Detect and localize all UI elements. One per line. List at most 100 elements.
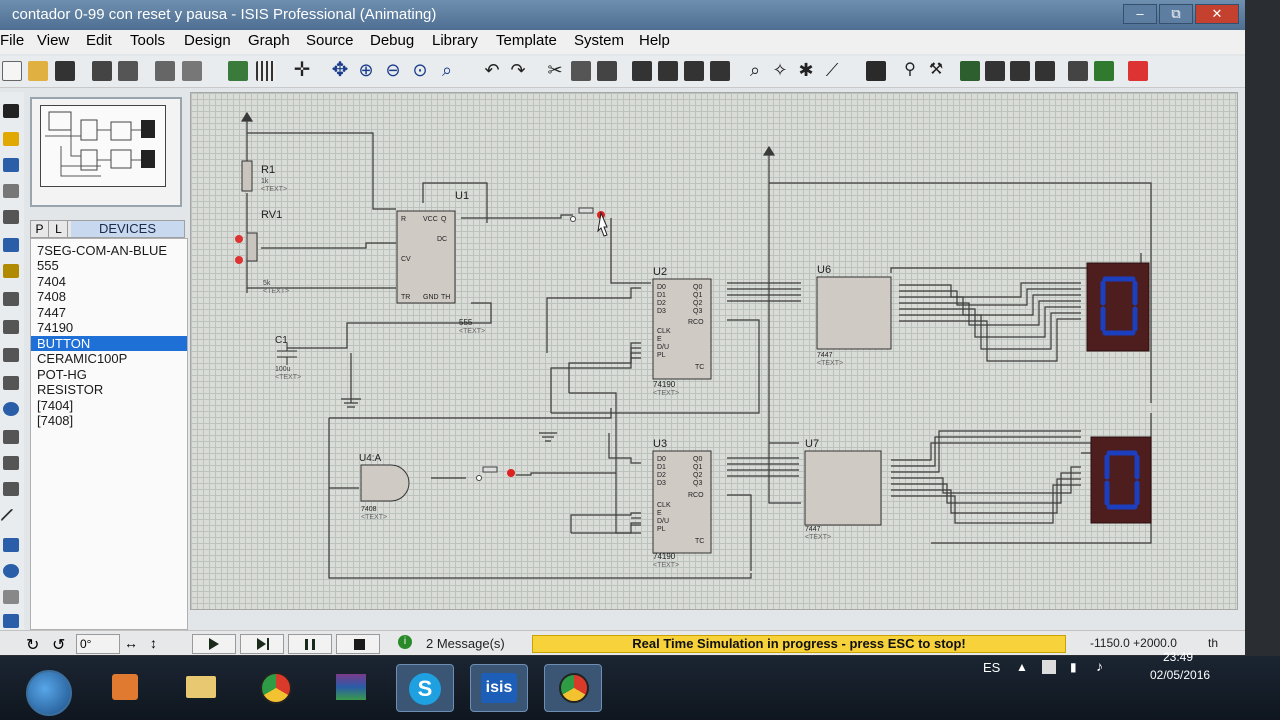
- title-bar[interactable]: contador 0-99 con reset y pausa - ISIS P…: [0, 0, 1245, 30]
- zoom-in-icon[interactable]: ⊕: [356, 61, 376, 81]
- save-icon[interactable]: [55, 61, 75, 81]
- resistor-r1[interactable]: [241, 160, 253, 192]
- potentiometer-rv1[interactable]: [246, 232, 258, 262]
- paste-icon[interactable]: [597, 61, 617, 81]
- pan-icon[interactable]: ✥: [330, 60, 350, 81]
- rotation-field[interactable]: 0°: [76, 634, 120, 654]
- volume-icon[interactable]: ♪: [1096, 658, 1103, 674]
- menu-source[interactable]: Source: [306, 32, 354, 49]
- device-item[interactable]: 7408: [31, 289, 187, 304]
- text-script-icon[interactable]: [3, 210, 19, 224]
- netlist-icon[interactable]: [1094, 61, 1114, 81]
- bill-of-materials-icon[interactable]: [1035, 61, 1055, 81]
- import-icon[interactable]: [92, 61, 112, 81]
- ares-icon[interactable]: [1128, 61, 1148, 81]
- search-tag-icon[interactable]: ⚲: [900, 61, 920, 81]
- tape-recorder-icon[interactable]: [3, 376, 19, 390]
- component-mode-icon[interactable]: [3, 132, 19, 146]
- step-button[interactable]: [240, 634, 284, 654]
- package-tool-icon[interactable]: ✱: [796, 61, 816, 81]
- minimize-button[interactable]: –: [1123, 4, 1157, 24]
- library-manager-tab[interactable]: L: [50, 221, 68, 237]
- play-button[interactable]: [192, 634, 236, 654]
- cut-icon[interactable]: ✂: [545, 61, 565, 81]
- block-copy-icon[interactable]: [632, 61, 652, 81]
- file-explorer-icon[interactable]: [172, 664, 230, 712]
- isis-taskbar-icon[interactable]: isis: [470, 664, 528, 712]
- start-button[interactable]: [26, 670, 72, 716]
- bus-icon[interactable]: [3, 238, 19, 252]
- path-icon[interactable]: [3, 614, 19, 628]
- box-icon[interactable]: [3, 538, 19, 552]
- copy-icon[interactable]: [571, 61, 591, 81]
- device-item[interactable]: 555: [31, 258, 187, 273]
- menu-edit[interactable]: Edit: [86, 32, 112, 49]
- virtual-instruments-icon[interactable]: [3, 482, 19, 496]
- undo-icon[interactable]: ↶: [482, 61, 502, 81]
- schematic-canvas[interactable]: R1 1k <TEXT> RV1 5k <TEXT> C1 100u <TEXT…: [190, 92, 1238, 610]
- chrome-icon[interactable]: [246, 664, 304, 712]
- menu-design[interactable]: Design: [184, 32, 231, 49]
- chip-u7[interactable]: [804, 450, 882, 526]
- menu-debug[interactable]: Debug: [370, 32, 414, 49]
- redo-icon[interactable]: ↷: [508, 61, 528, 81]
- origin-icon[interactable]: ✛: [292, 60, 312, 81]
- mirror-vertical-icon[interactable]: ↕: [150, 635, 157, 651]
- block-rotate-icon[interactable]: [684, 61, 704, 81]
- device-list[interactable]: 7SEG-COM-AN-BLUE 555 7404 7408 7447 7419…: [30, 238, 188, 630]
- new-file-icon[interactable]: [2, 61, 22, 81]
- device-item[interactable]: 7404: [31, 274, 187, 289]
- menu-library[interactable]: Library: [432, 32, 478, 49]
- winrar-icon[interactable]: [322, 664, 380, 712]
- generator-icon[interactable]: [3, 402, 19, 416]
- rotate-cw-icon[interactable]: ↻: [26, 635, 39, 655]
- zoom-all-icon[interactable]: ⊙: [410, 61, 430, 81]
- menu-help[interactable]: Help: [639, 32, 670, 49]
- device-pins-icon[interactable]: [3, 320, 19, 334]
- pick-from-library-tab[interactable]: P: [31, 221, 49, 237]
- device-item[interactable]: 74190: [31, 320, 187, 335]
- property-tool-icon[interactable]: ⚒: [926, 61, 946, 81]
- remove-sheet-icon[interactable]: [985, 61, 1005, 81]
- device-item[interactable]: RESISTOR: [31, 382, 187, 397]
- grid-icon[interactable]: [256, 61, 276, 81]
- area-icon[interactable]: [182, 61, 202, 81]
- device-item[interactable]: [7408]: [31, 413, 187, 428]
- language-indicator[interactable]: ES: [983, 660, 1000, 675]
- voltage-probe-icon[interactable]: [3, 430, 19, 444]
- zoom-area-icon[interactable]: ⌕: [437, 61, 457, 81]
- block-move-icon[interactable]: [658, 61, 678, 81]
- redraw-icon[interactable]: [228, 61, 248, 81]
- skype-icon[interactable]: S: [396, 664, 454, 712]
- device-item[interactable]: POT-HG: [31, 367, 187, 382]
- subcircuit-icon[interactable]: [3, 264, 19, 278]
- open-folder-icon[interactable]: [28, 61, 48, 81]
- new-sheet-icon[interactable]: [960, 61, 980, 81]
- zoom-out-icon[interactable]: ⊖: [383, 61, 403, 81]
- overview-window[interactable]: [30, 97, 182, 207]
- export-icon[interactable]: [118, 61, 138, 81]
- mirror-horizontal-icon[interactable]: ↔: [124, 635, 138, 651]
- system-clock[interactable]: 23:49 02/05/2016: [1150, 648, 1210, 684]
- pause-sim-button[interactable]: [288, 634, 332, 654]
- line-icon[interactable]: [0, 508, 22, 530]
- reset-button[interactable]: [476, 466, 516, 481]
- restore-button[interactable]: ⧉: [1159, 4, 1193, 24]
- pick-device-icon[interactable]: ⌕: [745, 61, 765, 81]
- pause-button[interactable]: [570, 207, 608, 237]
- close-button[interactable]: ✕: [1195, 4, 1239, 24]
- print-icon[interactable]: [155, 61, 175, 81]
- pot-down-button[interactable]: [235, 256, 243, 264]
- stop-button[interactable]: [336, 634, 380, 654]
- tray-expand-icon[interactable]: ▲: [1016, 660, 1028, 674]
- device-item[interactable]: 7447: [31, 305, 187, 320]
- device-item[interactable]: 7SEG-COM-AN-BLUE: [31, 243, 187, 258]
- selection-mode-icon[interactable]: [3, 104, 19, 118]
- media-player-icon[interactable]: [96, 664, 154, 712]
- menu-graph[interactable]: Graph: [248, 32, 290, 49]
- device-item-selected[interactable]: BUTTON: [31, 336, 187, 351]
- block-delete-icon[interactable]: [710, 61, 730, 81]
- and-gate-u4a[interactable]: [360, 464, 410, 502]
- action-center-icon[interactable]: [1042, 660, 1056, 674]
- exit-parent-icon[interactable]: [1010, 61, 1030, 81]
